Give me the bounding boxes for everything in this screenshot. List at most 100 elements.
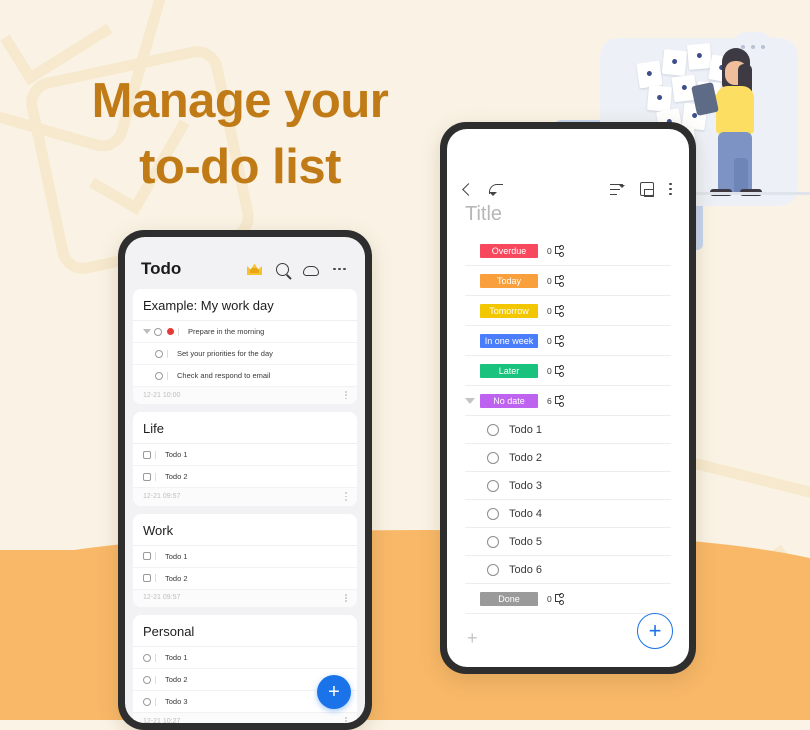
- todo-item[interactable]: Todo 1: [133, 546, 357, 568]
- back-chevron-icon[interactable]: [462, 182, 475, 196]
- app-title: Todo: [141, 259, 182, 278]
- todo-item[interactable]: Todo 2: [133, 568, 357, 590]
- todo-item-label: Todo 1: [165, 450, 188, 460]
- subtask-count: 0: [547, 244, 564, 257]
- todo-checkbox[interactable]: [143, 675, 151, 684]
- todo-item[interactable]: Todo 1: [133, 647, 357, 670]
- todo-checkbox[interactable]: [155, 349, 163, 358]
- task-checkbox[interactable]: [487, 535, 499, 548]
- subtask-branch-icon: [554, 364, 564, 377]
- todo-card-title: Work: [133, 514, 357, 546]
- todo-item[interactable]: Prepare in the morning: [133, 321, 357, 343]
- todo-item-label: Todo 1: [165, 653, 188, 663]
- todo-card-title: Life: [133, 412, 357, 445]
- left-phone-screen: Todo Example: My work day Prepare in the …: [125, 237, 365, 723]
- todo-card[interactable]: Work Todo 1 Todo 2 12-21 09:57: [133, 513, 357, 608]
- category-chip[interactable]: Tomorrow: [480, 303, 538, 318]
- task-checkbox[interactable]: [487, 563, 499, 576]
- cloud-icon[interactable]: [303, 265, 319, 276]
- todo-card-title: Personal: [133, 615, 357, 648]
- task-row[interactable]: Todo 1: [465, 416, 671, 444]
- headline-line-2: to-do list: [139, 140, 341, 194]
- subtask-branch-icon: [554, 394, 564, 407]
- crown-icon[interactable]: [247, 263, 262, 275]
- todo-item[interactable]: Check and respond to email: [133, 365, 357, 387]
- task-checkbox[interactable]: [487, 507, 499, 520]
- category-row[interactable]: Tomorrow 0: [465, 296, 671, 326]
- subtask-count: 6: [547, 394, 564, 407]
- todo-checkbox[interactable]: [143, 472, 151, 481]
- category-chip[interactable]: No date: [480, 393, 538, 408]
- category-row[interactable]: Today 0: [465, 266, 671, 296]
- more-icon[interactable]: [333, 261, 349, 277]
- add-task-fab[interactable]: +: [637, 613, 673, 649]
- task-checkbox[interactable]: [487, 423, 499, 436]
- card-more-icon[interactable]: [345, 717, 347, 723]
- todo-item[interactable]: Todo 1: [133, 444, 357, 467]
- task-row[interactable]: Todo 5: [465, 528, 671, 556]
- timestamp: 12-21 10:00: [143, 391, 181, 399]
- todo-card[interactable]: Life Todo 1 Todo 2 12-21 09:57: [133, 412, 357, 506]
- card-more-icon[interactable]: [345, 593, 347, 603]
- title-input[interactable]: Title: [447, 203, 689, 226]
- todo-item-label: Prepare in the morning: [188, 327, 265, 336]
- subtask-count: 0: [547, 304, 564, 317]
- task-label: Todo 5: [509, 535, 543, 548]
- card-more-icon[interactable]: [345, 391, 347, 400]
- save-icon[interactable]: [640, 182, 655, 197]
- todo-card[interactable]: Personal Todo 1 Todo 2 Todo 3 12-21 10:27: [133, 615, 357, 723]
- category-chip[interactable]: Today: [480, 273, 538, 288]
- task-label: Todo 2: [509, 451, 543, 464]
- todo-checkbox[interactable]: [143, 450, 151, 459]
- todo-item-label: Todo 2: [165, 675, 188, 685]
- task-label: Todo 4: [509, 507, 543, 520]
- todo-checkbox[interactable]: [155, 371, 163, 380]
- task-row[interactable]: Todo 6: [465, 556, 671, 584]
- todo-item[interactable]: Todo 2: [133, 466, 357, 489]
- todo-card-footer: 12-21 09:57: [133, 488, 357, 506]
- subtask-count: 0: [547, 364, 564, 377]
- sort-icon[interactable]: [610, 183, 626, 196]
- task-row[interactable]: Todo 2: [465, 444, 671, 472]
- add-todo-fab[interactable]: +: [317, 675, 351, 709]
- category-row[interactable]: In one week 0: [465, 326, 671, 356]
- subtask-branch-icon: [554, 334, 564, 347]
- category-chip[interactable]: Overdue: [480, 243, 538, 258]
- done-category-row[interactable]: Done 0: [465, 584, 671, 614]
- task-row[interactable]: Todo 3: [465, 472, 671, 500]
- header-icon-group: [247, 261, 349, 277]
- category-chip[interactable]: In one week: [480, 333, 538, 348]
- todo-item-label: Todo 2: [165, 472, 188, 482]
- more-vertical-icon[interactable]: [669, 182, 672, 196]
- task-row[interactable]: Todo 4: [465, 500, 671, 528]
- subtask-count-value: 6: [547, 395, 552, 406]
- row-divider: [178, 327, 179, 336]
- todo-card[interactable]: Example: My work day Prepare in the morni…: [133, 289, 357, 405]
- todo-checkbox[interactable]: [143, 574, 151, 583]
- undo-arrow-icon[interactable]: [489, 184, 503, 196]
- task-checkbox[interactable]: [487, 479, 499, 492]
- row-divider: [155, 472, 156, 481]
- task-checkbox[interactable]: [487, 451, 499, 464]
- category-row[interactable]: No date 6: [465, 386, 671, 416]
- todo-checkbox[interactable]: [143, 697, 151, 706]
- subtask-branch-icon: [554, 244, 564, 257]
- timestamp: 12-21 09:57: [143, 594, 181, 602]
- todo-checkbox[interactable]: [143, 552, 151, 561]
- todo-checkbox[interactable]: [143, 653, 151, 662]
- category-row[interactable]: Later 0: [465, 356, 671, 386]
- card-more-icon[interactable]: [345, 492, 347, 501]
- todo-item[interactable]: Set your priorities for the day: [133, 343, 357, 365]
- category-chip[interactable]: Later: [480, 363, 538, 378]
- done-chip[interactable]: Done: [480, 591, 538, 606]
- search-icon[interactable]: [276, 262, 289, 276]
- subtask-branch-icon: [554, 592, 564, 605]
- timestamp: 12-21 09:57: [143, 493, 181, 501]
- row-divider: [167, 371, 168, 380]
- row-divider: [155, 450, 156, 459]
- topbar-right-group: [610, 182, 672, 197]
- collapse-triangle-icon[interactable]: [143, 329, 151, 334]
- category-row[interactable]: Overdue 0: [465, 236, 671, 266]
- todo-checkbox[interactable]: [154, 327, 162, 336]
- collapse-triangle-icon[interactable]: [465, 397, 475, 404]
